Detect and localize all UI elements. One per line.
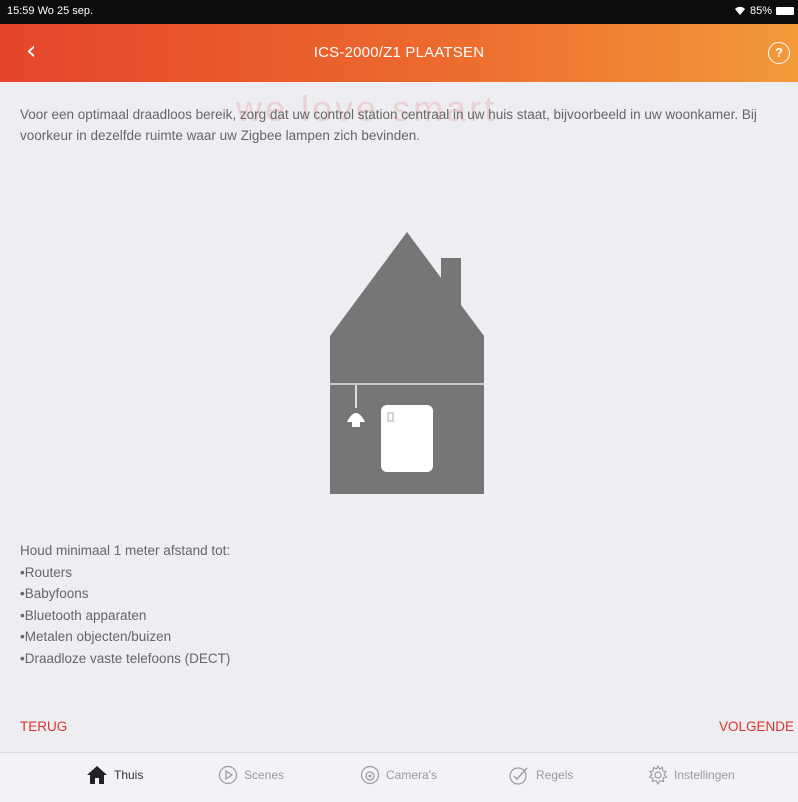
tab-label: Camera's — [386, 768, 437, 782]
tab-bar: Thuis Scenes Camera's Regels Instellinge… — [0, 752, 798, 802]
tab-label: Thuis — [114, 768, 144, 782]
status-date: Wo 25 sep. — [37, 5, 94, 17]
intro-text: Voor een optimaal draadloos bereik, zorg… — [20, 107, 757, 143]
play-icon — [218, 765, 238, 785]
tab-scenes[interactable]: Scenes — [218, 765, 284, 785]
home-icon — [87, 766, 107, 784]
status-clock: 15:59 — [7, 5, 35, 17]
tips-heading: Houd minimaal 1 meter afstand tot: — [20, 543, 231, 558]
house-illustration — [330, 232, 484, 494]
list-item: Draadloze vaste telefoons (DECT) — [20, 648, 231, 670]
camera-icon — [360, 765, 380, 785]
tips-section: Houd minimaal 1 meter afstand tot: Route… — [20, 540, 230, 669]
tab-cameras[interactable]: Camera's — [360, 765, 437, 785]
rules-icon — [509, 767, 528, 785]
tab-label: Regels — [536, 768, 574, 782]
list-item: Babyfoons — [20, 583, 230, 605]
status-bar: 15:59 Wo 25 sep. 85% — [0, 0, 798, 24]
nav-bar: ‹ ICS-2000/Z1 PLAATSEN ? — [0, 24, 798, 82]
wifi-icon — [734, 6, 745, 16]
tab-label: Scenes — [244, 768, 285, 782]
help-icon[interactable]: ? — [768, 42, 790, 64]
status-time: 15:59 Wo 25 sep. — [7, 5, 93, 17]
tab-home[interactable]: Thuis — [86, 765, 143, 785]
battery-level: 85% — [749, 5, 772, 17]
battery-icon — [776, 7, 794, 15]
lamp-bulb — [352, 422, 360, 427]
gear-icon — [648, 765, 668, 785]
next-button[interactable]: VOLGENDE — [719, 719, 794, 734]
back-button[interactable]: TERUG — [20, 719, 67, 734]
chimney — [441, 258, 461, 308]
list-item: Bluetooth apparaten — [20, 605, 230, 627]
tab-settings[interactable]: Instellingen — [648, 765, 735, 785]
tips-list: Routers Babyfoons Bluetooth apparaten Me… — [20, 562, 231, 670]
list-item: Metalen objecten/buizen — [20, 626, 230, 648]
list-item: Routers — [20, 562, 230, 584]
control-station-icon — [381, 405, 433, 472]
page-title: ICS-2000/Z1 PLAATSEN — [313, 44, 485, 61]
tab-rules[interactable]: Regels — [508, 765, 573, 785]
status-right: 85% — [734, 5, 794, 17]
tab-label: Instellingen — [674, 768, 735, 782]
